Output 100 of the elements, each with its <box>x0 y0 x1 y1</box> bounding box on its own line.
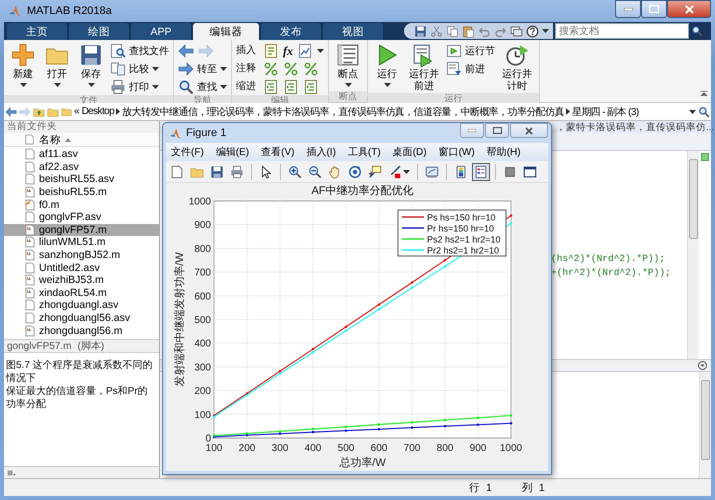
row-label: 插入 <box>236 44 256 58</box>
file-item[interactable]: lilunWML51.m <box>4 236 159 249</box>
file-item[interactable]: sanzhongBJ52.m <box>4 248 159 262</box>
maximize-button[interactable] <box>485 123 509 138</box>
close-icon <box>684 4 694 14</box>
toolstrip-icon-button[interactable] <box>303 61 319 77</box>
toolstrip-icon-button[interactable] <box>303 79 319 95</box>
toolstrip-button[interactable]: 运行节 <box>446 43 495 59</box>
find-files-icon <box>110 43 126 59</box>
rotate-3d-icon <box>348 164 362 178</box>
up-folder-button[interactable] <box>33 106 45 118</box>
column-header[interactable]: 名称 <box>4 133 159 147</box>
search-button[interactable] <box>691 25 703 37</box>
ribbon-tab[interactable]: 主页 <box>7 23 67 40</box>
menu-item[interactable]: 查看(V) <box>261 145 294 159</box>
panel-menu-button[interactable] <box>7 468 17 478</box>
toolstrip-button[interactable]: 运行并计时 <box>499 43 535 93</box>
file-item[interactable]: xindaoRL54.m <box>4 286 159 300</box>
path-overflow[interactable]: « <box>74 106 80 117</box>
caret-icon <box>54 83 60 87</box>
maximize-button[interactable] <box>641 0 667 18</box>
ribbon-tab[interactable]: 绘图 <box>69 23 129 40</box>
toolstrip-button[interactable]: 打印 <box>110 79 169 95</box>
advance-icon <box>446 61 462 77</box>
toolstrip-icon-button[interactable] <box>263 79 279 95</box>
menu-item[interactable]: 桌面(D) <box>392 145 427 159</box>
file-item[interactable]: zhongduangl56.m <box>4 324 159 337</box>
path-segment[interactable]: 星期四 - 副本 (3) <box>572 104 639 118</box>
help-icon <box>526 24 539 38</box>
toolstrip-button[interactable]: 新建 <box>8 43 38 95</box>
file-item[interactable]: Untitled2.asv <box>4 261 159 274</box>
y-axis-label: 发射端和中继端发射功率/W <box>174 252 186 387</box>
percent-sign-icon <box>263 61 279 77</box>
minimize-button[interactable] <box>615 0 641 18</box>
function-symbol[interactable]: fx <box>283 44 293 58</box>
window-icon <box>523 164 537 178</box>
menu-item[interactable]: 文件(F) <box>171 145 204 159</box>
toolstrip-button[interactable]: 比较 <box>110 61 169 77</box>
back-button[interactable] <box>178 43 194 59</box>
panel-menu-button[interactable] <box>698 361 707 370</box>
menu-item[interactable]: 窗口(W) <box>438 145 475 159</box>
close-button[interactable] <box>667 0 711 18</box>
browse-button[interactable] <box>47 106 59 118</box>
toolstrip-icon-button[interactable] <box>297 43 313 59</box>
file-item[interactable]: zhongduangl56.asv <box>4 312 159 324</box>
ribbon-tab[interactable]: 视图 <box>323 23 383 40</box>
toolstrip-button[interactable]: 断点 <box>333 43 363 91</box>
quick-access-button[interactable] <box>526 24 539 38</box>
quick-access-button[interactable] <box>414 24 427 38</box>
menu-item[interactable]: 插入(I) <box>306 145 336 159</box>
caret-icon <box>689 110 696 114</box>
forward-arrow-icon <box>19 106 31 118</box>
back-button[interactable] <box>5 106 17 118</box>
search-button[interactable] <box>698 106 710 118</box>
file-item[interactable]: af11.asv <box>4 148 159 161</box>
toolstrip-button[interactable]: 运行 <box>372 43 402 93</box>
file-item[interactable]: beishuRL55.m <box>4 186 159 198</box>
breakpoint-list-icon <box>336 43 360 67</box>
save-icon <box>79 43 103 67</box>
toolstrip-icon-button[interactable] <box>283 61 299 77</box>
quick-access-button[interactable] <box>510 24 523 38</box>
back-arrow-icon <box>5 106 17 118</box>
file-item[interactable]: beishuRL55.asv <box>4 173 159 186</box>
search-field[interactable]: 搜索文档 <box>555 23 689 39</box>
ribbon-tab[interactable]: APP <box>131 23 191 40</box>
menu-item[interactable]: 帮助(H) <box>486 145 521 159</box>
figure-title: Figure 1 <box>186 127 228 139</box>
toolbar-button[interactable] <box>472 162 490 180</box>
chart-document-icon <box>297 43 313 59</box>
toolstrip-icon-button[interactable] <box>263 61 279 77</box>
file-item[interactable]: zhongduangl.asv <box>4 299 159 312</box>
close-button[interactable] <box>510 123 548 138</box>
toolstrip-icon-button[interactable] <box>283 79 299 95</box>
search-icon <box>698 106 710 118</box>
file-item[interactable]: gonglvFP57.m <box>4 224 159 236</box>
scrollbar[interactable] <box>699 372 711 478</box>
file-item[interactable]: f0.m <box>4 198 159 211</box>
menu-item[interactable]: 工具(T) <box>348 145 381 159</box>
file-item[interactable]: gonglvFP.asv <box>4 210 159 224</box>
toolstrip-button[interactable]: 查找文件 <box>110 43 169 59</box>
toolstrip-button[interactable]: 查找 <box>178 79 227 95</box>
toolstrip-button[interactable]: 转至 <box>178 61 227 77</box>
collapse-button[interactable] <box>699 89 709 99</box>
path-segment[interactable]: 放大转发中继通信，理论误码率，蒙特卡洛误码率，直传误码率仿真，信道容量，中断概率，功率分配仿真 <box>122 104 564 118</box>
legend-icon <box>474 164 488 178</box>
toolstrip-button[interactable]: 保存 <box>76 43 106 95</box>
menu-item[interactable]: 编辑(E) <box>216 145 250 159</box>
toolstrip-button[interactable]: 打开 <box>42 43 72 95</box>
ribbon-tab[interactable]: 发布 <box>261 23 321 40</box>
file-item[interactable]: af22.asv <box>4 160 159 174</box>
toolstrip-button[interactable]: 前进 <box>446 61 495 77</box>
y-tick-label: 100 <box>194 410 211 421</box>
toolstrip-icon-button[interactable] <box>263 43 279 59</box>
ribbon-tab[interactable]: 编辑器 <box>193 23 259 40</box>
scrollbar[interactable] <box>687 151 699 359</box>
x-tick-label: 200 <box>238 443 256 454</box>
file-item[interactable]: weizhiBJ53.m <box>4 274 159 287</box>
toolstrip-button[interactable]: 运行并前进 <box>406 43 442 93</box>
forward-arrow-icon <box>178 61 194 77</box>
path-segment[interactable]: Desktop <box>82 106 114 117</box>
